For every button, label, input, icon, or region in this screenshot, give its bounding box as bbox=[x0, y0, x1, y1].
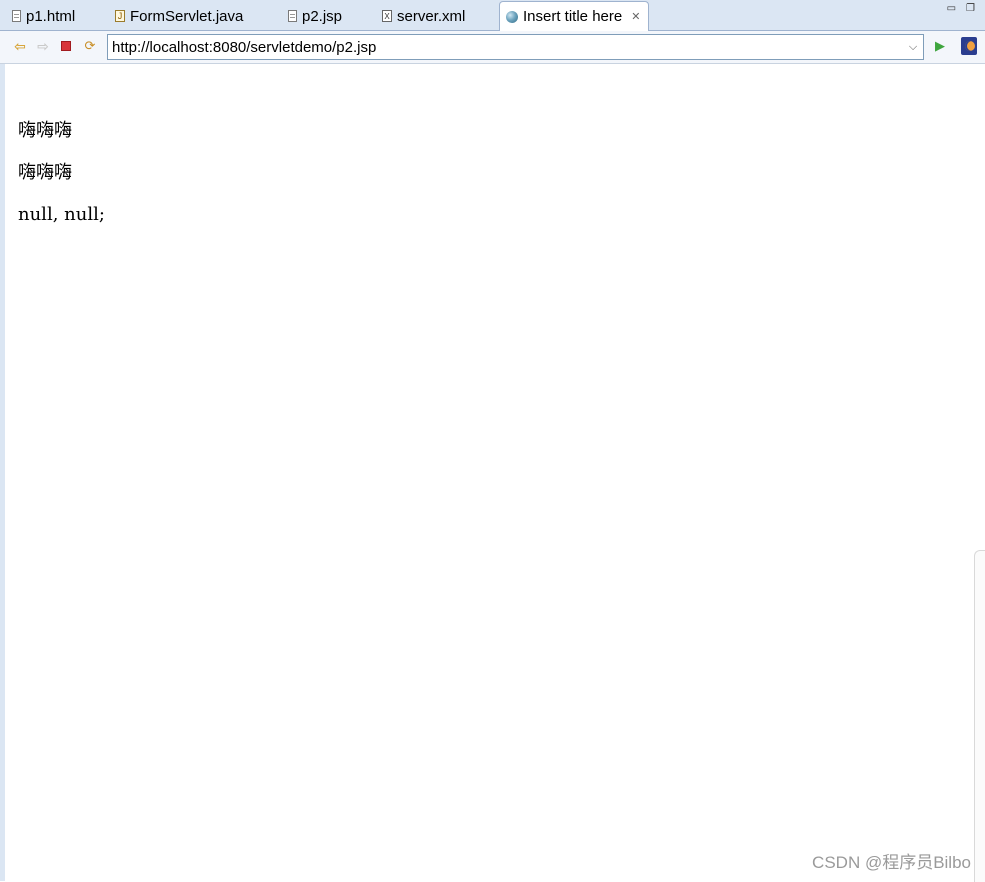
tab-p1-html[interactable]: p1.html bbox=[12, 2, 75, 30]
forward-arrow-icon[interactable]: ⇨ bbox=[35, 38, 51, 54]
go-play-icon[interactable]: ▶ bbox=[932, 38, 948, 54]
tab-server-xml[interactable]: X server.xml bbox=[382, 2, 465, 30]
browser-toolbar: ⇦ ⇨ ⟳ http://localhost:8080/servletdemo/… bbox=[0, 31, 985, 64]
chevron-down-icon[interactable]: ⌵ bbox=[903, 41, 923, 54]
html-file-icon bbox=[12, 10, 21, 22]
tab-label: server.xml bbox=[397, 7, 466, 25]
content-line: 嗨嗨嗨 bbox=[18, 120, 72, 141]
tab-formservlet-java[interactable]: J FormServlet.java bbox=[115, 2, 243, 30]
editor-tab-bar: p1.html J FormServlet.java p2.jsp X serv… bbox=[0, 0, 985, 31]
browser-page-content: 嗨嗨嗨 嗨嗨嗨 null, null; CSDN @程序员Bilbo bbox=[0, 64, 985, 882]
url-bar[interactable]: http://localhost:8080/servletdemo/p2.jsp… bbox=[107, 34, 924, 60]
tab-label: FormServlet.java bbox=[130, 7, 244, 25]
tab-label: Insert title here bbox=[523, 8, 623, 25]
tab-p2-jsp[interactable]: p2.jsp bbox=[288, 2, 342, 30]
globe-icon bbox=[506, 10, 518, 23]
restore-icon[interactable]: ❐ bbox=[966, 4, 975, 14]
stop-icon[interactable] bbox=[58, 38, 74, 54]
content-line: 嗨嗨嗨 bbox=[18, 162, 72, 183]
tab-insert-title-here[interactable]: Insert title here ✕ bbox=[499, 1, 650, 31]
watermark: CSDN @程序员Bilbo bbox=[812, 853, 971, 872]
tab-label: p1.html bbox=[26, 7, 76, 25]
java-file-icon: J bbox=[115, 10, 125, 22]
minimize-icon[interactable]: ▭ bbox=[947, 4, 956, 14]
close-icon[interactable]: ✕ bbox=[631, 10, 640, 23]
content-line: null, null; bbox=[18, 204, 105, 225]
refresh-icon[interactable]: ⟳ bbox=[82, 38, 98, 54]
tab-label: p2.jsp bbox=[302, 7, 343, 25]
scrollbar-edge[interactable] bbox=[974, 550, 985, 882]
window-controls: ▭ ❐ bbox=[947, 4, 975, 14]
back-arrow-icon[interactable]: ⇦ bbox=[12, 38, 28, 54]
jsp-file-icon bbox=[288, 10, 297, 22]
eclipse-icon[interactable] bbox=[961, 37, 977, 55]
url-input[interactable]: http://localhost:8080/servletdemo/p2.jsp bbox=[108, 39, 903, 56]
xml-file-icon: X bbox=[382, 10, 392, 22]
